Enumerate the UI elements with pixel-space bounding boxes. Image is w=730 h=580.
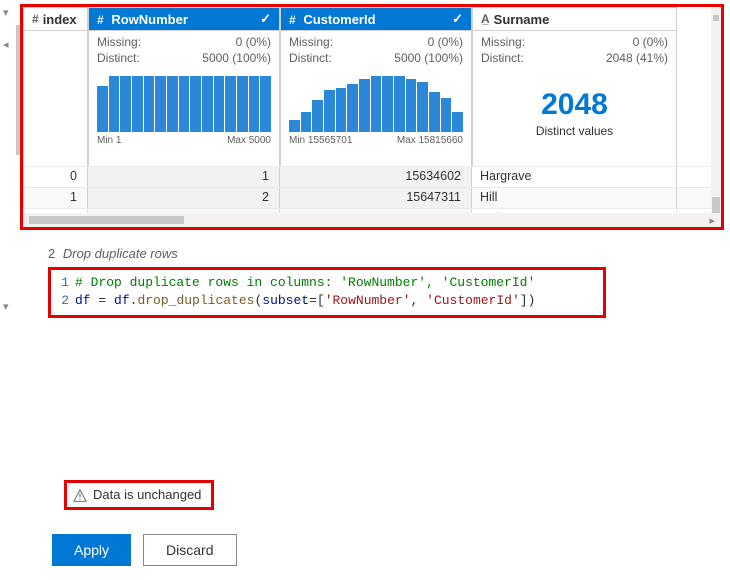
histogram-bar [260, 76, 271, 132]
stats-rownumber: Missing:0 (0%) Distinct:5000 (100%) Min … [88, 31, 280, 166]
histogram-bar [417, 82, 428, 133]
distinct-count: 2048 [481, 88, 668, 122]
code-editor[interactable]: 1 # Drop duplicate rows in columns: 'Row… [48, 267, 606, 318]
histogram-bar [382, 76, 393, 132]
hscroll-thumb[interactable] [29, 216, 184, 224]
histogram-bar [406, 79, 417, 132]
histogram-bar [120, 76, 131, 132]
histogram-bar [371, 76, 382, 132]
status-text: Data is unchanged [93, 487, 201, 502]
warning-icon [73, 487, 87, 503]
histogram-bar [237, 76, 248, 132]
histogram-bar [452, 112, 463, 132]
column-header-index[interactable]: # index [23, 7, 88, 31]
histogram-bar [249, 76, 260, 132]
action-buttons: Apply Discard [52, 534, 237, 566]
status-message: Data is unchanged [64, 480, 214, 510]
histogram-bar [167, 76, 178, 132]
apply-button[interactable]: Apply [52, 534, 131, 566]
histogram-bar [155, 76, 166, 132]
line-number: 1 [51, 274, 75, 292]
numeric-icon: # [289, 13, 296, 27]
histogram-bar [132, 76, 143, 132]
histogram-bar [394, 76, 405, 132]
column-header-row: # index # RowNumber # CustomerId A̲ Surn… [23, 7, 721, 31]
check-icon [260, 11, 271, 27]
scroll-right-icon[interactable]: ▸ [709, 214, 715, 227]
collapse-icon[interactable]: ▾ [3, 6, 9, 19]
histogram-bar [190, 76, 201, 132]
vertical-scrollbar[interactable] [711, 7, 721, 227]
stats-index [23, 31, 88, 166]
distinct-label: Distinct values [481, 124, 668, 138]
column-header-rownumber[interactable]: # RowNumber [88, 7, 280, 31]
collapse-icon-2[interactable]: ◂ [3, 38, 9, 51]
histogram-bar [109, 76, 120, 132]
histogram-bar [144, 76, 155, 132]
numeric-icon: # [97, 13, 104, 27]
column-stats-row: Missing:0 (0%) Distinct:5000 (100%) Min … [23, 31, 721, 167]
column-header-customerid[interactable]: # CustomerId [280, 7, 472, 31]
histogram-bar [347, 84, 358, 132]
histogram-bar [97, 86, 108, 132]
histogram-bar [301, 112, 312, 132]
header-label: RowNumber [111, 12, 188, 27]
data-preview-panel: # index # RowNumber # CustomerId A̲ Surn… [20, 4, 724, 230]
left-gutter: ▾ ◂ ▾ [0, 0, 20, 580]
histogram-rownumber [97, 76, 271, 132]
header-label: CustomerId [303, 12, 375, 27]
histogram-bar [225, 76, 236, 132]
table-row[interactable]: 1 2 15647311 Hill [23, 188, 721, 209]
collapse-icon-3[interactable]: ▾ [3, 300, 9, 313]
horizontal-scrollbar[interactable]: ▸ [23, 213, 721, 227]
histogram-bar [202, 76, 213, 132]
numeric-icon: # [32, 12, 39, 26]
column-header-surname[interactable]: A̲ Surname [472, 7, 677, 31]
discard-button[interactable]: Discard [143, 534, 236, 566]
histogram-bar [214, 76, 225, 132]
histogram-customerid [289, 76, 463, 132]
check-icon [452, 11, 463, 27]
histogram-bar [324, 90, 335, 133]
histogram-bar [179, 76, 190, 132]
line-number: 2 [51, 292, 75, 310]
histogram-bar [312, 100, 323, 132]
cell-title: 2 Drop duplicate rows [48, 246, 730, 261]
header-label: Surname [494, 12, 550, 27]
header-label: index [43, 12, 77, 27]
histogram-bar [336, 88, 347, 132]
histogram-bar [359, 79, 370, 132]
table-row[interactable]: 0 1 15634602 Hargrave [23, 167, 721, 188]
stats-surname: Missing:0 (0%) Distinct:2048 (41%) 2048 … [472, 31, 677, 166]
histogram-bar [289, 120, 300, 132]
histogram-bar [441, 98, 452, 133]
stats-customerid: Missing:0 (0%) Distinct:5000 (100%) Min … [280, 31, 472, 166]
histogram-bar [429, 92, 440, 132]
text-icon: A̲ [481, 12, 490, 26]
scroll-up-arrow[interactable] [713, 15, 719, 21]
